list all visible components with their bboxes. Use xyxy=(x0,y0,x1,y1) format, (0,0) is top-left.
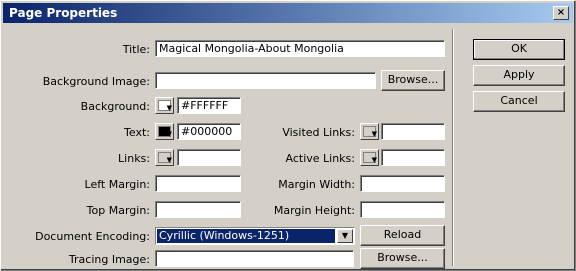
active-links-swatch[interactable]: ▼ xyxy=(360,149,379,166)
title-input[interactable]: Magical Mongolia-About Mongolia xyxy=(155,40,445,57)
text-color-input[interactable]: #000000 xyxy=(177,123,241,140)
close-button[interactable]: × xyxy=(553,6,569,20)
tracing-image-label: Tracing Image: xyxy=(68,253,150,266)
apply-button[interactable]: Apply xyxy=(473,65,565,86)
left-margin-input[interactable] xyxy=(155,175,241,192)
links-color-swatch[interactable]: ▼ xyxy=(155,149,174,166)
margin-height-input[interactable] xyxy=(360,201,445,218)
links-label: Links: xyxy=(118,152,150,165)
margin-height-label: Margin Height: xyxy=(273,204,355,217)
tracing-image-input[interactable] xyxy=(155,250,354,267)
browse-tracing-image-button[interactable]: Browse... xyxy=(360,248,445,269)
links-color-input[interactable] xyxy=(177,149,241,166)
top-margin-label: Top Margin: xyxy=(86,204,150,217)
dialog-title: Page Properties xyxy=(9,6,118,20)
title-label: Title: xyxy=(122,43,150,56)
ok-button[interactable]: OK xyxy=(473,39,565,60)
chevron-down-icon: ▼ xyxy=(166,130,172,138)
reload-button[interactable]: Reload xyxy=(360,225,445,246)
background-color-input[interactable]: #FFFFFF xyxy=(177,97,241,114)
active-links-input[interactable] xyxy=(381,149,445,166)
page-properties-dialog: Page Properties × Title: Magical Mongoli… xyxy=(0,0,576,271)
text-color-swatch[interactable]: ▼ xyxy=(155,123,174,140)
text-label: Text: xyxy=(124,126,150,139)
margin-width-input[interactable] xyxy=(360,175,445,192)
top-margin-input[interactable] xyxy=(155,201,241,218)
browse-bg-image-button[interactable]: Browse... xyxy=(381,70,445,91)
divider xyxy=(452,29,454,266)
chevron-down-icon: ▼ xyxy=(166,156,172,164)
title-bar[interactable]: Page Properties × xyxy=(3,3,573,23)
chevron-down-icon: ▼ xyxy=(166,104,172,112)
bg-image-input[interactable] xyxy=(155,72,376,89)
margin-width-label: Margin Width: xyxy=(278,178,355,191)
visited-links-input[interactable] xyxy=(381,123,445,140)
left-margin-label: Left Margin: xyxy=(84,178,150,191)
doc-encoding-select[interactable]: Cyrillic (Windows-1251) ▼ xyxy=(155,227,355,245)
doc-encoding-label: Document Encoding: xyxy=(35,230,150,243)
active-links-label: Active Links: xyxy=(285,152,356,165)
chevron-down-icon: ▼ xyxy=(371,130,377,138)
visited-links-label: Visited Links: xyxy=(282,126,355,139)
background-label: Background: xyxy=(80,100,150,113)
bg-image-label: Background Image: xyxy=(42,75,150,88)
cancel-button[interactable]: Cancel xyxy=(473,91,565,112)
background-color-swatch[interactable]: ▼ xyxy=(155,97,174,114)
doc-encoding-value: Cyrillic (Windows-1251) xyxy=(157,229,335,243)
visited-links-swatch[interactable]: ▼ xyxy=(360,123,379,140)
chevron-down-icon[interactable]: ▼ xyxy=(337,229,353,243)
chevron-down-icon: ▼ xyxy=(371,156,377,164)
